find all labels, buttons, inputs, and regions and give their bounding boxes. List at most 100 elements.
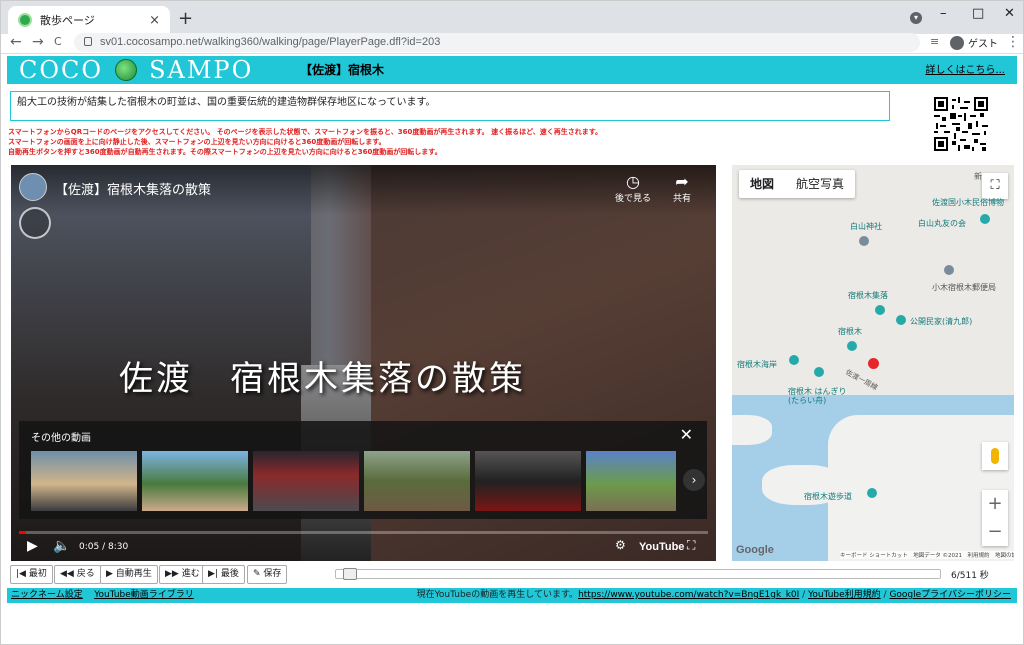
- globe-favicon-icon: [18, 13, 32, 27]
- minimize-button[interactable]: –: [940, 6, 947, 21]
- footer: ニックネーム設定 YouTube動画ライブラリ 現在YouTubeの動画を再生し…: [7, 588, 1017, 603]
- map-attribution[interactable]: キーボード ショートカット 地図データ ©2021 利用規約 地図の誤りを報告す…: [840, 551, 1014, 559]
- new-tab-button[interactable]: +: [178, 8, 193, 29]
- logo-text-right: SAMPO: [149, 56, 254, 84]
- close-window-button[interactable]: ✕: [1004, 6, 1015, 21]
- profile-button[interactable]: ゲスト: [950, 35, 998, 50]
- lock-icon: [84, 37, 92, 46]
- chevron-right-icon[interactable]: ›: [683, 469, 705, 491]
- browser-toolbar: ← → C sv01.cocosampo.net/walking360/walk…: [0, 33, 1024, 54]
- privacy-link[interactable]: Googleプライバシーポリシー: [889, 590, 1011, 600]
- watch-later-label: 後で見る: [615, 194, 652, 204]
- share-arrow-icon: ➦: [675, 172, 689, 191]
- settings-gear-icon[interactable]: ⚙: [615, 538, 626, 552]
- footer-right: 現在YouTubeの動画を再生しています。https://www.youtube…: [416, 590, 1011, 600]
- reading-list-icon[interactable]: ≡: [930, 34, 939, 50]
- volume-icon[interactable]: 🔈: [53, 538, 70, 554]
- pencil-icon: ✎: [253, 569, 264, 579]
- forward-label: 進む: [181, 569, 200, 579]
- playing-status: 現在YouTubeの動画を再生しています。: [416, 590, 579, 600]
- position-slider[interactable]: [335, 568, 941, 580]
- video-progress-fill: [19, 531, 26, 534]
- zoom-out-button[interactable]: −: [982, 518, 1008, 546]
- reload-icon[interactable]: C: [54, 34, 62, 50]
- logo[interactable]: COCO SAMPO: [19, 56, 253, 84]
- map-label: 白山神社: [850, 222, 882, 231]
- shrine-pin-icon[interactable]: [859, 236, 869, 246]
- landmark-pin-icon[interactable]: [896, 315, 906, 325]
- youtube-logo[interactable]: YouTube: [639, 541, 684, 553]
- landmark-pin-icon[interactable]: [847, 341, 857, 351]
- save-button[interactable]: ✎ 保存: [247, 565, 288, 584]
- fullscreen-icon[interactable]: ⛶: [687, 538, 695, 553]
- slider-handle[interactable]: [343, 568, 358, 580]
- page-title: 【佐渡】宿根木: [300, 63, 385, 77]
- back-arrow-icon[interactable]: ←: [10, 34, 22, 50]
- video-title[interactable]: 【佐渡】宿根木集落の散策: [55, 179, 211, 198]
- video-thumbnail[interactable]: [364, 451, 470, 511]
- channel-avatar[interactable]: [19, 173, 47, 201]
- fast-forward-icon: ▶▶: [165, 569, 182, 579]
- play-icon[interactable]: ▶: [27, 538, 38, 554]
- close-icon[interactable]: ✕: [680, 425, 693, 444]
- youtube-tos-link[interactable]: YouTube利用規約: [808, 590, 881, 600]
- map-label: 小木宿根木郵便局: [932, 283, 996, 292]
- video-thumbnail[interactable]: [142, 451, 248, 511]
- map-type-satellite-button[interactable]: 航空写真: [785, 170, 855, 198]
- youtube-player[interactable]: 【佐渡】宿根木集落の散策 ◷ 後で見る ➦ 共有 佐渡 宿根木集落の散策 その他の動…: [11, 165, 716, 561]
- video-thumbnail[interactable]: [475, 451, 581, 511]
- menu-dots-icon[interactable]: ⋮: [1006, 34, 1020, 50]
- map-type-map-button[interactable]: 地図: [739, 170, 785, 198]
- beach-pin-icon[interactable]: [789, 355, 799, 365]
- auto-play-label: 自動再生: [115, 569, 152, 579]
- last-button[interactable]: ▶| 最後: [202, 565, 245, 584]
- google-logo: Google: [736, 544, 774, 556]
- map-label: 公開民家(清九郎): [910, 317, 973, 326]
- zoom-in-button[interactable]: +: [982, 490, 1008, 518]
- first-button[interactable]: |◀ 最初: [10, 565, 53, 584]
- tab-search-icon[interactable]: ▾: [910, 12, 922, 24]
- video-caption: 佐渡 宿根木集落の散策: [119, 359, 526, 399]
- tab-title: 散歩ページ: [40, 14, 95, 27]
- forward-button[interactable]: ▶▶ 進む: [159, 565, 206, 584]
- map-label: 宿根木: [838, 327, 862, 336]
- time-counter: 6/511 秒: [951, 571, 989, 581]
- nickname-link[interactable]: ニックネーム設定: [11, 590, 83, 600]
- save-label: 保存: [263, 569, 282, 579]
- map-type-control: 地図 航空写真: [739, 170, 856, 198]
- landmark-pin-icon[interactable]: [875, 305, 885, 315]
- landmark-pin-icon[interactable]: [814, 367, 824, 377]
- forward-arrow-icon[interactable]: →: [32, 34, 44, 50]
- globe-logo-icon: [115, 59, 138, 81]
- video-thumbnail[interactable]: [586, 451, 676, 511]
- first-label: 最初: [28, 569, 47, 579]
- current-location-marker[interactable]: [868, 358, 879, 369]
- google-map[interactable]: 地図 航空写真 ⛶ 白山神社 佐渡国小木民俗博物 白山丸友の会 小木宿根木郵便局…: [732, 165, 1014, 561]
- map-fullscreen-icon[interactable]: ⛶: [982, 173, 1008, 199]
- map-label: 新: [974, 172, 982, 181]
- video-library-link[interactable]: YouTube動画ライブラリ: [94, 590, 194, 600]
- video-thumbnail[interactable]: [253, 451, 359, 511]
- video-url-link[interactable]: https://www.youtube.com/watch?v=BngE1gk_…: [578, 590, 799, 600]
- address-bar[interactable]: sv01.cocosampo.net/walking360/walking/pa…: [74, 33, 920, 52]
- video-progress-bar[interactable]: [19, 531, 708, 534]
- tab-close-icon[interactable]: ×: [149, 13, 160, 28]
- auto-play-button[interactable]: ▶ 自動再生: [100, 565, 158, 584]
- pegman-icon[interactable]: [982, 442, 1008, 470]
- footer-left: ニックネーム設定 YouTube動画ライブラリ: [11, 588, 194, 603]
- trail-pin-icon[interactable]: [867, 488, 877, 498]
- 360-pan-control-icon[interactable]: [19, 207, 51, 239]
- browser-tab[interactable]: 散歩ページ ×: [8, 6, 170, 34]
- post-office-pin-icon[interactable]: [944, 265, 954, 275]
- description-textarea[interactable]: 船大工の技術が結集した宿根木の町並は、国の重要伝統的建造物群保存地区になっていま…: [10, 91, 890, 121]
- maximize-button[interactable]: □: [972, 6, 984, 21]
- museum-pin-icon[interactable]: [980, 214, 990, 224]
- video-thumbnail[interactable]: [31, 451, 137, 511]
- more-info-link[interactable]: 詳しくはこちら...: [925, 56, 1005, 86]
- more-videos-panel: その他の動画 ✕ ›: [19, 421, 707, 519]
- watch-later-button[interactable]: ◷ 後で見る: [615, 173, 652, 205]
- share-button[interactable]: ➦ 共有: [673, 172, 691, 205]
- avatar-icon: [950, 35, 964, 50]
- map-label: 宿根木遊歩道: [804, 492, 852, 501]
- back-button[interactable]: ◀◀ 戻る: [54, 565, 101, 584]
